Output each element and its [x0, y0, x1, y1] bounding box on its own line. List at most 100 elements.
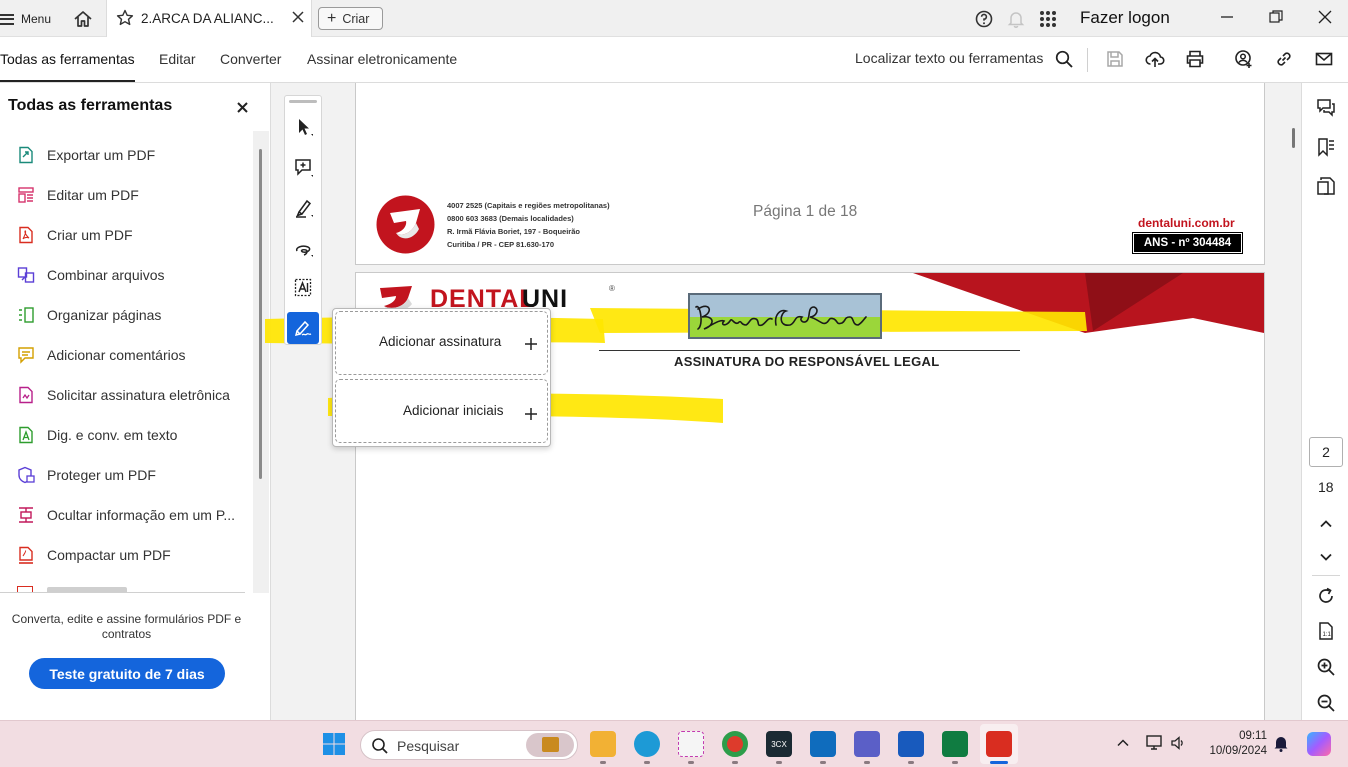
tool-request-signature[interactable]: Solicitar assinatura eletrônica	[17, 385, 230, 405]
teams-icon[interactable]	[854, 731, 880, 757]
draw-freehand-icon[interactable]	[294, 238, 314, 258]
bell-icon[interactable]	[1006, 9, 1026, 29]
export-pdf-icon	[19, 146, 33, 164]
tool-organize-pages[interactable]: Organizar páginas	[17, 305, 161, 325]
edge-browser-icon[interactable]	[634, 731, 660, 757]
highlight-pen-icon[interactable]	[294, 198, 314, 218]
zoom-in-icon[interactable]	[1316, 657, 1336, 677]
running-indicator	[732, 761, 738, 764]
running-indicator	[644, 761, 650, 764]
sign-in-link[interactable]: Fazer logon	[1080, 8, 1170, 28]
tab-all-tools[interactable]: Todas as ferramentas	[0, 51, 135, 67]
tool-export-pdf[interactable]: Exportar um PDF	[17, 145, 155, 165]
toolbar-divider	[1087, 48, 1088, 72]
create-label: Criar	[342, 11, 370, 26]
chevron-down-icon[interactable]	[1316, 547, 1336, 567]
tool-redact[interactable]: Ocultar informação em um P...	[17, 505, 235, 525]
add-comment-icon[interactable]	[294, 158, 314, 178]
help-icon[interactable]	[974, 9, 994, 29]
tool-scan-ocr[interactable]: Dig. e conv. em texto	[17, 425, 177, 445]
actual-size-icon[interactable]: 1:1	[1316, 621, 1336, 641]
scroll-thumb[interactable]	[259, 149, 262, 479]
tool-add-comments[interactable]: Adicionar comentários	[17, 345, 186, 365]
chevron-up-icon[interactable]	[1116, 736, 1130, 750]
upload-cloud-icon[interactable]	[1145, 49, 1165, 69]
tool-create-pdf[interactable]: Criar um PDF	[17, 225, 133, 245]
promo-text: Converta, edite e assine formulários PDF…	[11, 612, 242, 641]
tool-edit-pdf[interactable]: Editar um PDF	[17, 185, 139, 205]
volume-icon[interactable]	[1170, 735, 1186, 751]
create-button[interactable]: + Criar	[318, 7, 383, 30]
fill-sign-tool[interactable]	[287, 312, 319, 344]
comments-panel-icon[interactable]	[1316, 98, 1336, 118]
minimize-icon[interactable]	[1218, 8, 1236, 26]
contact-line: 4007 2525 (Capitais e regiões metropolit…	[447, 201, 610, 210]
taskbar-search[interactable]: Pesquisar	[360, 730, 578, 760]
rail-divider	[1312, 575, 1340, 576]
search-icon[interactable]	[1054, 49, 1074, 69]
acrobat-icon[interactable]	[986, 731, 1012, 757]
file-explorer-icon[interactable]	[590, 731, 616, 757]
add-signature-label: Adicionar assinatura	[379, 334, 502, 349]
tab-edit[interactable]: Editar	[159, 51, 196, 67]
panel-title: Todas as ferramentas	[8, 97, 173, 114]
zoom-out-icon[interactable]	[1316, 693, 1336, 713]
organize-pages-icon	[19, 307, 34, 323]
add-initials-label: Adicionar iniciais	[403, 403, 504, 418]
copilot-icon[interactable]	[1307, 732, 1331, 756]
tool-compress-pdf[interactable]: Compactar um PDF	[17, 545, 171, 565]
all-tools-panel: Todas as ferramentas Exportar um PDF Edi…	[0, 83, 271, 720]
bookmarks-icon[interactable]	[1316, 137, 1336, 157]
print-icon[interactable]	[1185, 49, 1205, 69]
page-number-input[interactable]: 2	[1309, 437, 1343, 467]
home-icon[interactable]	[73, 9, 93, 29]
outlook-icon[interactable]	[810, 731, 836, 757]
save-icon[interactable]	[1105, 49, 1125, 69]
link-icon[interactable]	[1274, 49, 1294, 69]
restore-icon[interactable]	[1267, 8, 1285, 26]
signature-image[interactable]	[688, 293, 882, 339]
tab-convert[interactable]: Converter	[220, 51, 281, 67]
contact-line: 0800 603 3683 (Demais localidades)	[447, 214, 574, 223]
select-cursor-icon[interactable]	[294, 117, 314, 137]
registered-mark: ®	[609, 284, 615, 293]
free-trial-button[interactable]: Teste gratuito de 7 dias	[29, 658, 225, 689]
add-signature-option[interactable]: Adicionar assinatura	[335, 311, 548, 375]
tool-combine-files[interactable]: Combinar arquivos	[17, 265, 165, 285]
star-icon[interactable]	[116, 9, 134, 27]
panel-divider	[0, 592, 245, 593]
quick-tools-palette	[284, 95, 322, 345]
tool-protect-pdf[interactable]: Proteger um PDF	[17, 465, 156, 485]
tab-e-sign[interactable]: Assinar eletronicamente	[307, 51, 457, 67]
3cx-app-icon[interactable]: 3CX	[766, 731, 792, 757]
rotate-icon[interactable]	[1316, 586, 1336, 606]
close-window-icon[interactable]	[1316, 8, 1334, 26]
page-thumbnails-icon[interactable]	[1316, 176, 1336, 196]
network-icon[interactable]	[1145, 734, 1165, 752]
chrome-browser-icon[interactable]	[722, 731, 748, 757]
system-clock[interactable]: 09:11 10/09/2024	[1203, 729, 1267, 759]
notification-bell-icon[interactable]	[1273, 735, 1289, 752]
combine-files-icon	[17, 267, 35, 283]
mail-icon[interactable]	[1314, 49, 1334, 69]
close-panel-icon[interactable]	[237, 102, 248, 113]
excel-icon[interactable]	[942, 731, 968, 757]
find-tools-link[interactable]: Localizar texto ou ferramentas	[855, 50, 1043, 66]
palette-grip[interactable]	[289, 100, 317, 103]
share-user-icon[interactable]	[1234, 49, 1254, 69]
windows-start-icon[interactable]	[322, 732, 346, 756]
signature-caption: ASSINATURA DO RESPONSÁVEL LEGAL	[674, 354, 940, 369]
edit-pdf-icon	[18, 187, 34, 203]
close-tab-icon[interactable]	[292, 11, 304, 23]
chevron-up-icon[interactable]	[1316, 514, 1336, 534]
menu-button[interactable]: Menu	[0, 9, 51, 29]
word-icon[interactable]	[898, 731, 924, 757]
apps-grid-icon[interactable]	[1038, 9, 1058, 29]
add-initials-option[interactable]: Adicionar iniciais	[335, 379, 548, 443]
svg-text:1:1: 1:1	[1323, 632, 1332, 638]
document-tab[interactable]: 2.ARCA DA ALIANC...	[106, 0, 312, 37]
snipping-tool-icon[interactable]	[678, 731, 704, 757]
document-scroll-thumb[interactable]	[1292, 128, 1295, 148]
text-field-icon[interactable]	[294, 278, 314, 298]
page-indicator: Página 1 de 18	[753, 203, 858, 220]
